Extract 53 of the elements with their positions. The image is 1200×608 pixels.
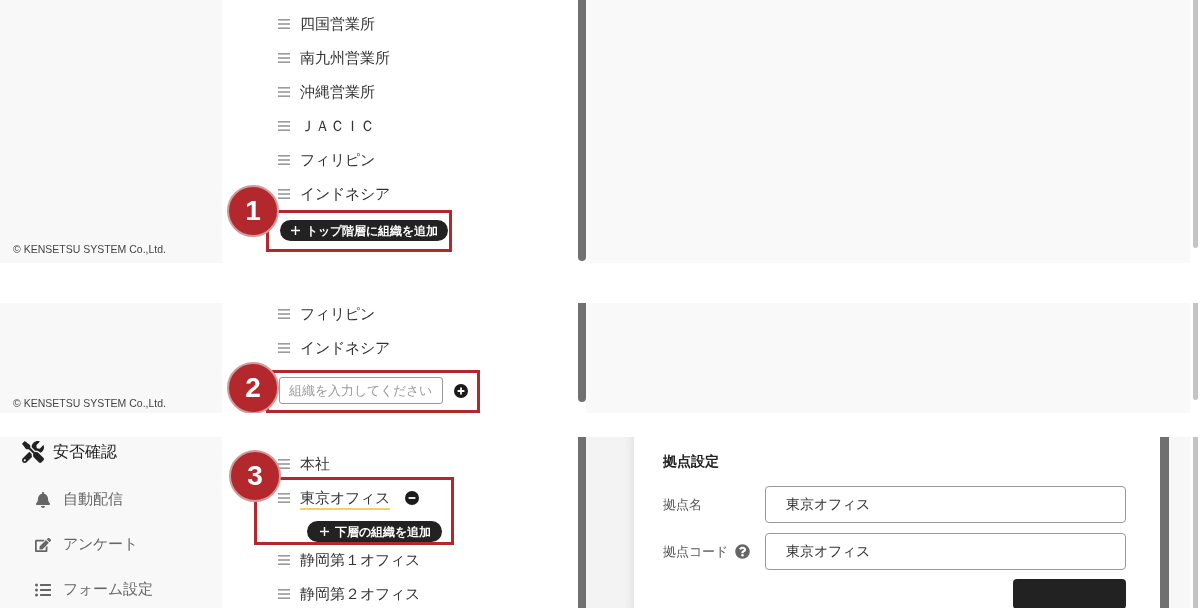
card-title: 拠点設定: [663, 453, 719, 469]
scrollbar-thumb[interactable]: [578, 437, 586, 608]
bars-icon[interactable]: [278, 589, 290, 599]
field-label: 拠点コード: [663, 542, 728, 561]
edit-icon: [35, 536, 51, 553]
scrollbar-thumb[interactable]: [1193, 0, 1198, 248]
add-top-level-button[interactable]: トップ階層に組織を追加: [280, 220, 448, 241]
text-input[interactable]: 東京オフィス: [765, 486, 1126, 523]
bars-icon[interactable]: [278, 19, 290, 29]
tree-item[interactable]: 本社: [278, 447, 330, 481]
tree-item[interactable]: 静岡第１オフィス: [278, 543, 420, 577]
plus-circle-icon[interactable]: [454, 383, 468, 398]
tree-item[interactable]: インドネシア: [278, 331, 390, 365]
menu-section[interactable]: 安否確認: [22, 437, 222, 477]
bars-icon[interactable]: [278, 87, 290, 97]
bars-icon[interactable]: [278, 555, 290, 565]
tree-item[interactable]: ＪＡＣＩＣ: [278, 109, 375, 143]
tree-item[interactable]: 四国営業所: [278, 7, 375, 41]
organization-input[interactable]: 組織を入力してください: [279, 377, 443, 404]
bars-icon[interactable]: [278, 459, 290, 469]
minus-circle-icon[interactable]: [405, 491, 419, 505]
bars-icon[interactable]: [278, 309, 290, 319]
tree-item[interactable]: フィリピン: [278, 143, 375, 177]
add-child-button[interactable]: 下層の組織を追加: [307, 521, 442, 542]
tree-item[interactable]: フィリピン: [278, 303, 375, 331]
menu-item[interactable]: アンケート: [22, 522, 222, 567]
menu-item[interactable]: フォーム設定: [22, 567, 222, 608]
bell-icon: [35, 491, 51, 508]
text-input[interactable]: 東京オフィス: [765, 533, 1126, 570]
plus-icon: [320, 527, 329, 536]
list-icon: [35, 581, 51, 598]
tree-item[interactable]: 東京オフィス: [278, 481, 419, 515]
bars-icon[interactable]: [278, 121, 290, 131]
scrollbar-thumb[interactable]: [578, 303, 586, 402]
bars-icon[interactable]: [278, 189, 290, 199]
bars-icon[interactable]: [278, 53, 290, 63]
scrollbar-thumb[interactable]: [578, 0, 586, 261]
plus-icon: [291, 226, 300, 235]
bars-icon[interactable]: [278, 343, 290, 353]
field-label: 拠点名: [663, 495, 702, 514]
menu-item[interactable]: 自動配信: [22, 477, 222, 522]
scrollbar-thumb[interactable]: [1160, 437, 1169, 608]
bars-icon[interactable]: [278, 155, 290, 165]
tree-item[interactable]: 沖縄営業所: [278, 75, 375, 109]
help-icon[interactable]: [735, 544, 750, 559]
tree-item[interactable]: 南九州営業所: [278, 41, 390, 75]
copyright-text: © KENSETSU SYSTEM Co.,Ltd.: [13, 243, 168, 255]
tree-item[interactable]: 静岡第２オフィス: [278, 577, 420, 608]
scrollbar-thumb[interactable]: [1193, 303, 1198, 400]
tools-icon: [22, 441, 44, 463]
bars-icon[interactable]: [278, 493, 290, 503]
tree-item[interactable]: インドネシア: [278, 177, 390, 211]
copyright-text: © KENSETSU SYSTEM Co.,Ltd.: [13, 397, 168, 409]
